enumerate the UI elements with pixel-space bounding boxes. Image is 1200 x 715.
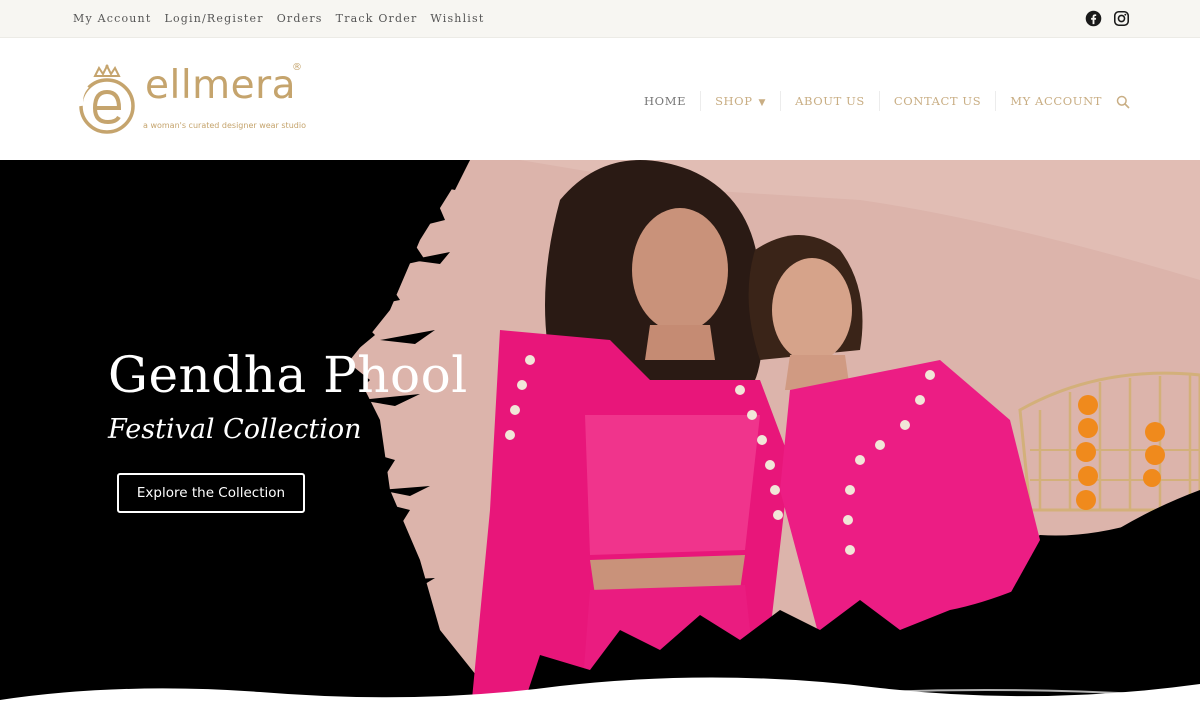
nav-divider [878, 91, 880, 111]
site-header: ellmera ® a woman's curated designer wea… [0, 38, 1200, 160]
registered-mark: ® [292, 62, 302, 73]
top-link-my-account[interactable]: My Account [73, 12, 151, 25]
brand-name: ellmera [145, 63, 297, 108]
nav-shop[interactable]: SHOP ▼ [715, 94, 766, 108]
top-link-wishlist[interactable]: Wishlist [430, 12, 484, 25]
top-link-login-register[interactable]: Login/Register [164, 12, 263, 25]
nav-about[interactable]: ABOUT US [795, 94, 865, 108]
chevron-down-icon: ▼ [758, 98, 767, 108]
top-link-orders[interactable]: Orders [277, 12, 323, 25]
instagram-icon[interactable] [1113, 10, 1130, 27]
hero-title: Gendha Phool [108, 346, 468, 404]
nav-home[interactable]: HOME [644, 94, 686, 108]
nav-divider [995, 91, 997, 111]
nav-divider [700, 91, 702, 111]
nav-contact[interactable]: CONTACT US [894, 94, 981, 108]
nav-shop-label: SHOP [715, 94, 753, 108]
search-icon[interactable] [1116, 94, 1130, 109]
top-utility-bar: My Account Login/Register Orders Track O… [0, 0, 1200, 38]
explore-collection-button[interactable]: Explore the Collection [117, 473, 305, 513]
top-link-track-order[interactable]: Track Order [336, 12, 418, 25]
main-nav: HOME SHOP ▼ ABOUT US CONTACT US MY ACCOUN… [644, 91, 1130, 111]
brand-tagline: a woman's curated designer wear studio [143, 121, 306, 130]
hero-banner: Gendha Phool Festival Collection Explore… [0, 160, 1200, 715]
facebook-icon[interactable] [1085, 10, 1102, 27]
nav-my-account[interactable]: MY ACCOUNT [1010, 94, 1102, 108]
nav-divider [780, 91, 782, 111]
logo-emblem-icon [78, 64, 135, 134]
top-links: My Account Login/Register Orders Track O… [73, 12, 484, 25]
social-links [1085, 10, 1130, 27]
brand-logo[interactable]: ellmera ® a woman's curated designer wea… [73, 62, 313, 136]
hero-subtitle: Festival Collection [108, 414, 362, 445]
